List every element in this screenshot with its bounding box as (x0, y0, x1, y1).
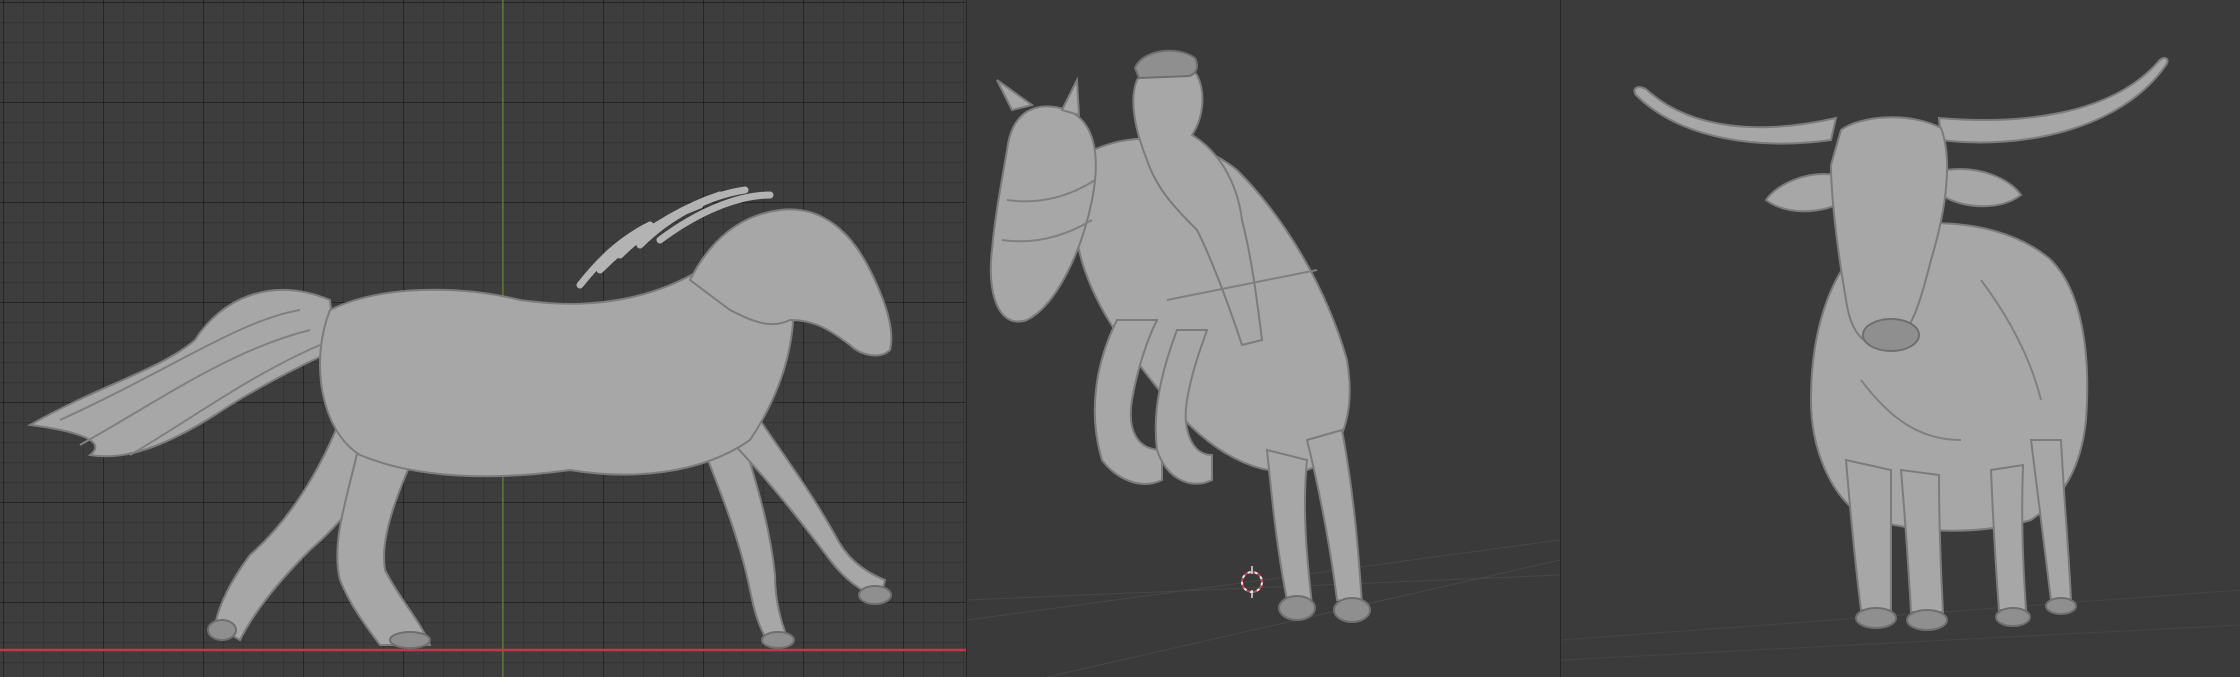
viewport-middle-canvas (967, 49, 1560, 677)
horse-hoof (858, 585, 892, 605)
bull-horn-left (1633, 86, 1837, 145)
horse-hoof (207, 619, 237, 641)
bull-leg (1844, 458, 1892, 611)
bull-hoof (2044, 597, 2077, 615)
bull-hoof (1994, 607, 2031, 627)
jumper-hind-leg (1305, 428, 1364, 607)
bull-muzzle (1861, 318, 1920, 352)
viewport-row (0, 0, 2240, 677)
horse-tail (26, 289, 337, 458)
floor-grid-lines (1560, 589, 2240, 661)
viewport-left[interactable] (0, 0, 967, 677)
running-horse-model[interactable] (26, 186, 893, 649)
viewport-left-canvas (0, 0, 967, 677)
jumping-horse-model[interactable] (989, 49, 1372, 623)
bull-leg (1899, 468, 1944, 613)
jumper-hoof (1278, 595, 1317, 621)
floor-grid-lines (967, 539, 1560, 677)
jockey-helmet (1134, 49, 1199, 80)
viewport-right-canvas (1560, 57, 2240, 661)
bull-horn-right (1937, 57, 2169, 144)
bull-leg (1989, 463, 2027, 611)
jumper-hind-leg (1266, 448, 1314, 607)
bull-ear-right (1939, 168, 2022, 208)
viewport-middle[interactable] (967, 0, 1560, 677)
bull-hoof (1854, 607, 1897, 629)
viewport-right[interactable] (1560, 0, 2240, 677)
jumper-horse-head (989, 105, 1097, 323)
jumper-hoof (1333, 597, 1372, 623)
bull-hoof (1905, 609, 1948, 631)
horse-hoof (761, 631, 795, 649)
horse-hoof (389, 631, 431, 649)
longhorn-bull-model[interactable] (1633, 57, 2169, 631)
